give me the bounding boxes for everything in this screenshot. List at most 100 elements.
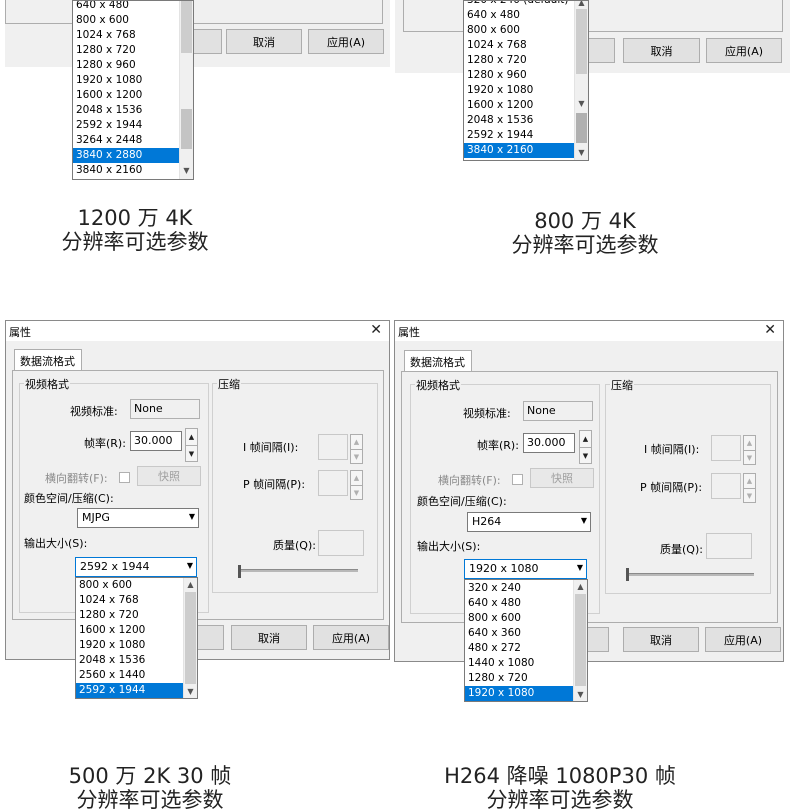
chevron-down-icon[interactable]: ▼	[574, 688, 587, 701]
scrollbar-thumb[interactable]	[576, 9, 587, 74]
list-option[interactable]: 800 x 600	[73, 13, 180, 28]
list-option[interactable]: 1280 x 720	[73, 43, 180, 58]
list-option[interactable]: 1280 x 720	[464, 53, 575, 68]
resolution-dropdown-list[interactable]: 640 x 480 800 x 600 1024 x 768 1280 x 720 12…	[72, 0, 194, 180]
scrollbar[interactable]: ▲ ▼	[573, 580, 587, 701]
list-option[interactable]: 1024 x 768	[76, 593, 184, 608]
list-option[interactable]: 2592 x 1944	[464, 128, 575, 143]
chevron-down-icon[interactable]: ▼	[186, 445, 197, 461]
list-option[interactable]: 2048 x 1536	[464, 113, 575, 128]
ok-button[interactable]	[196, 625, 224, 650]
list-option[interactable]: 1440 x 1080	[465, 656, 574, 671]
scrollbar-thumb[interactable]	[181, 1, 192, 53]
apply-button[interactable]: 应用(A)	[705, 627, 781, 652]
list-option[interactable]: 3840 x 2160	[73, 163, 180, 178]
list-option[interactable]: 1920 x 1080	[76, 638, 184, 653]
list-option[interactable]: 320 x 240	[465, 581, 574, 596]
list-option[interactable]: 800 x 600	[76, 578, 184, 593]
pframe-spinner[interactable]: ▲ ▼	[743, 473, 756, 503]
chevron-down-icon[interactable]: ▼	[575, 146, 588, 159]
framerate-input[interactable]: 30.000	[523, 433, 575, 453]
quality-input[interactable]	[318, 530, 364, 556]
chevron-down-icon[interactable]: ▼	[744, 488, 755, 502]
apply-button[interactable]: 应用(A)	[706, 38, 782, 63]
snapshot-button[interactable]: 快照	[530, 468, 594, 488]
ok-button[interactable]	[585, 627, 609, 652]
list-option[interactable]: 1280 x 960	[73, 58, 180, 73]
cancel-button[interactable]: 取消	[231, 625, 307, 650]
colorspace-dropdown[interactable]: H264 ▼	[467, 512, 591, 532]
list-option[interactable]: 800 x 600	[464, 23, 575, 38]
list-option[interactable]: 1920 x 1080	[465, 686, 574, 701]
resolution-dropdown-list[interactable]: 320 x 240 (default) 640 x 480 800 x 600 10…	[463, 0, 589, 161]
chevron-down-icon[interactable]: ▼	[351, 449, 362, 463]
pframe-interval-input[interactable]	[318, 470, 348, 496]
chevron-up-icon[interactable]: ▲	[351, 471, 362, 485]
framerate-spinner[interactable]: ▲ ▼	[579, 430, 592, 464]
chevron-up-icon[interactable]: ▲	[574, 580, 587, 593]
list-option[interactable]: 1024 x 768	[73, 28, 180, 43]
chevron-up-icon[interactable]: ▲	[575, 1, 588, 9]
ok-button[interactable]	[585, 38, 615, 63]
scrollbar[interactable]: ▲ ▼	[183, 578, 197, 698]
scrollbar[interactable]: ▲ ▼ ▼	[574, 1, 588, 160]
cancel-button[interactable]: 取消	[623, 38, 700, 63]
iframe-interval-input[interactable]	[318, 434, 348, 460]
list-option[interactable]: 640 x 360	[465, 626, 574, 641]
framerate-spinner[interactable]: ▲ ▼	[185, 428, 198, 462]
iframe-interval-input[interactable]	[711, 435, 741, 461]
chevron-up-icon[interactable]: ▲	[351, 435, 362, 449]
list-option[interactable]: 2048 x 1536	[73, 103, 180, 118]
cancel-button[interactable]: 取消	[226, 29, 302, 54]
list-option[interactable]: 2592 x 1944	[73, 118, 180, 133]
quality-slider-track[interactable]	[238, 569, 358, 572]
output-size-dropdown[interactable]: 2592 x 1944 ▼	[75, 557, 197, 577]
list-option[interactable]: 1920 x 1080	[464, 83, 575, 98]
framerate-input[interactable]: 30.000	[130, 431, 182, 451]
tab-stream-format[interactable]: 数据流格式	[14, 349, 82, 371]
output-size-list[interactable]: 320 x 240 640 x 480 800 x 600 640 x 360 480 …	[464, 579, 588, 702]
list-option[interactable]: 1024 x 768	[464, 38, 575, 53]
list-option[interactable]: 2592 x 1944	[76, 683, 184, 698]
chevron-up-icon[interactable]: ▲	[744, 436, 755, 450]
iframe-spinner[interactable]: ▲ ▼	[350, 434, 363, 464]
list-option[interactable]: 2048 x 1536	[76, 653, 184, 668]
list-option[interactable]: 1280 x 720	[465, 671, 574, 686]
scrollbar[interactable]: ▼	[179, 1, 193, 179]
list-option[interactable]: 640 x 480	[464, 8, 575, 23]
colorspace-dropdown[interactable]: MJPG ▼	[77, 508, 199, 528]
pframe-spinner[interactable]: ▲ ▼	[350, 470, 363, 500]
flip-checkbox[interactable]	[119, 472, 130, 483]
list-option[interactable]: 3840 x 2160	[464, 143, 575, 158]
list-option[interactable]: 3264 x 2448	[73, 133, 180, 148]
chevron-down-icon[interactable]: ▼	[575, 97, 588, 110]
list-option[interactable]: 1600 x 1200	[76, 623, 184, 638]
snapshot-button[interactable]: 快照	[137, 466, 201, 486]
close-icon[interactable]: ✕	[370, 322, 382, 338]
resolution-option-default[interactable]: 320 x 240 (default)	[464, 1, 575, 8]
flip-checkbox[interactable]	[512, 474, 523, 485]
list-option[interactable]: 1600 x 1200	[73, 88, 180, 103]
apply-button[interactable]: 应用(A)	[313, 625, 389, 650]
quality-slider-thumb[interactable]	[626, 568, 629, 581]
quality-slider-track[interactable]	[626, 573, 754, 576]
scrollbar-thumb[interactable]	[575, 594, 586, 686]
chevron-up-icon[interactable]: ▲	[744, 474, 755, 488]
chevron-up-icon[interactable]: ▲	[580, 431, 591, 447]
list-option[interactable]: 1920 x 1080	[73, 73, 180, 88]
cancel-button[interactable]: 取消	[623, 627, 699, 652]
chevron-down-icon[interactable]: ▼	[351, 485, 362, 499]
output-size-dropdown[interactable]: 1920 x 1080 ▼	[464, 559, 587, 579]
apply-button[interactable]: 应用(A)	[308, 29, 384, 54]
quality-slider-thumb[interactable]	[238, 565, 241, 578]
list-option[interactable]: 2560 x 1440	[76, 668, 184, 683]
pframe-interval-input[interactable]	[711, 473, 741, 499]
chevron-down-icon[interactable]: ▼	[184, 685, 197, 698]
tab-stream-format[interactable]: 数据流格式	[404, 350, 472, 372]
list-option[interactable]: 1280 x 720	[76, 608, 184, 623]
close-icon[interactable]: ✕	[764, 322, 776, 338]
list-option[interactable]: 800 x 600	[465, 611, 574, 626]
output-size-list[interactable]: 800 x 600 1024 x 768 1280 x 720 1600 x 1200…	[75, 577, 198, 699]
scrollbar-thumb[interactable]	[185, 592, 196, 684]
list-option[interactable]: 1280 x 960	[464, 68, 575, 83]
